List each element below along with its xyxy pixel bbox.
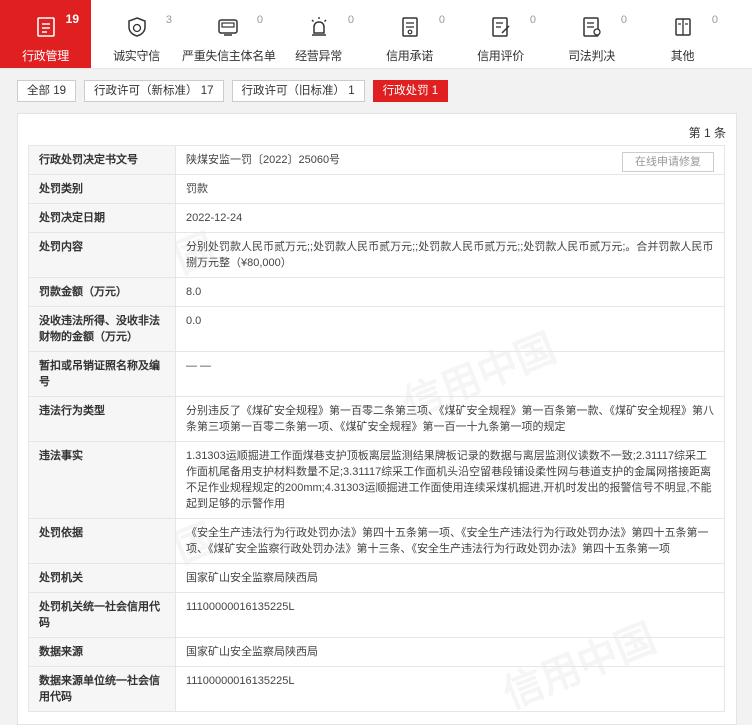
field-label: 处罚内容	[28, 232, 176, 278]
field-value: 11100000016135225L	[175, 666, 725, 712]
nav-label: 严重失信主体名单	[182, 49, 276, 63]
record-type-filter: 全部 19 行政许可（新标准） 17 行政许可（旧标准） 1 行政处罚 1	[17, 80, 456, 102]
table-row: 行政处罚决定书文号 陕煤安监一罚〔2022〕25060号 在线申请修复	[28, 145, 725, 175]
nav-count: 19	[65, 12, 79, 26]
nav-label: 信用承诺	[386, 49, 433, 63]
nav-tab-honesty[interactable]: 3 诚实守信	[91, 0, 182, 68]
table-row: 罚款金额（万元） 8.0	[28, 277, 725, 307]
field-value: 陕煤安监一罚〔2022〕25060号	[186, 154, 341, 166]
table-row: 数据来源单位统一社会信用代码 11100000016135225L	[28, 666, 725, 712]
field-label: 违法事实	[28, 441, 176, 519]
field-value: — —	[175, 351, 725, 397]
table-row: 违法事实 1.31303运顺掘进工作面煤巷支护顶板离层监测结果牌板记录的数据与离层…	[28, 441, 725, 519]
alarm-icon	[311, 17, 326, 36]
nav-label: 经营异常	[295, 49, 342, 63]
nav-count: 0	[438, 14, 445, 26]
nav-label: 信用评价	[477, 49, 524, 63]
filter-all[interactable]: 全部 19	[17, 80, 76, 102]
penalty-detail-table: 行政处罚决定书文号 陕煤安监一罚〔2022〕25060号 在线申请修复 处罚类别 罚款…	[28, 145, 725, 712]
field-value: 1.31303运顺掘进工作面煤巷支护顶板离层监测结果牌板记录的数据与离层监测仪读…	[175, 441, 725, 519]
field-value: 《安全生产违法行为行政处罚办法》第四十五条第一项、《安全生产违法行为行政处罚办法…	[175, 518, 725, 564]
nav-label: 诚实守信	[113, 49, 160, 63]
nav-tab-other[interactable]: 0 其他	[637, 0, 728, 68]
field-label: 没收违法所得、没收非法财物的金额（万元）	[28, 306, 176, 352]
penalty-detail-panel: 信用中国 信用中国 信用中国 信用中国 第 1 条 行政处罚决定书文号陕煤安监一…	[17, 113, 737, 725]
nav-tab-credit-promise[interactable]: 0 信用承诺	[364, 0, 455, 68]
table-row: 处罚机关 国家矿山安全监察局陕西局	[28, 563, 725, 593]
nav-count: 0	[620, 14, 627, 26]
nav-count: 3	[165, 14, 172, 26]
evaluation-icon	[491, 17, 510, 37]
field-label: 数据来源	[28, 637, 176, 667]
nav-tab-blacklist[interactable]: 0 严重失信主体名单	[182, 0, 276, 68]
nav-count: 0	[256, 14, 263, 26]
field-value: 11100000016135225L	[175, 592, 725, 638]
field-label: 罚款金额（万元）	[28, 277, 176, 307]
table-row: 处罚内容 分别处罚款人民币贰万元;;处罚款人民币贰万元;;处罚款人民币贰万元;;处…	[28, 232, 725, 278]
table-row: 数据来源 国家矿山安全监察局陕西局	[28, 637, 725, 667]
nav-label: 司法判决	[568, 49, 615, 63]
nav-tab-admin-management[interactable]: 19 行政管理	[0, 0, 91, 68]
table-row: 处罚决定日期 2022-12-24	[28, 203, 725, 233]
blacklist-icon	[217, 19, 238, 36]
field-value: 分别违反了《煤矿安全规程》第一百零二条第三项、《煤矿安全规程》第一百条第一款、《…	[175, 396, 725, 442]
field-value: 罚款	[175, 174, 725, 204]
nav-count: 0	[529, 14, 536, 26]
field-label: 处罚决定日期	[28, 203, 176, 233]
nav-count: 0	[711, 14, 718, 26]
field-value: 2022-12-24	[175, 203, 725, 233]
field-value: 分别处罚款人民币贰万元;;处罚款人民币贰万元;;处罚款人民币贰万元;;处罚款人民…	[175, 232, 725, 278]
category-nav: 19 行政管理 3 诚实守信 0 严重失信主体名单 0 经营异常 0 信用承诺 …	[0, 0, 752, 69]
table-row: 处罚机关统一社会信用代码 11100000016135225L	[28, 592, 725, 638]
field-value: 8.0	[175, 277, 725, 307]
nav-tab-credit-evaluation[interactable]: 0 信用评价	[455, 0, 546, 68]
table-row: 暂扣或吊销证照名称及编号 — —	[28, 351, 725, 397]
judgement-icon	[582, 17, 601, 37]
table-row: 没收违法所得、没收非法财物的金额（万元） 0.0	[28, 306, 725, 352]
filter-license-old[interactable]: 行政许可（旧标准） 1	[231, 80, 365, 102]
nav-count: 0	[347, 14, 354, 26]
field-label: 处罚类别	[28, 174, 176, 204]
table-row: 处罚类别 罚款	[28, 174, 725, 204]
nav-label: 行政管理	[22, 49, 69, 63]
field-label: 数据来源单位统一社会信用代码	[28, 666, 176, 712]
filter-license-new[interactable]: 行政许可（新标准） 17	[84, 80, 224, 102]
book-icon	[674, 18, 691, 36]
field-label: 行政处罚决定书文号	[28, 145, 176, 175]
promise-doc-icon	[401, 17, 418, 37]
field-label: 处罚机关	[28, 563, 176, 593]
field-label: 处罚依据	[28, 518, 176, 564]
filter-admin-penalty[interactable]: 行政处罚 1	[372, 80, 449, 102]
repair-request-button[interactable]: 在线申请修复	[622, 152, 714, 172]
field-label: 处罚机关统一社会信用代码	[28, 592, 176, 638]
nav-tab-judicial-judgement[interactable]: 0 司法判决	[546, 0, 637, 68]
table-row: 处罚依据 《安全生产违法行为行政处罚办法》第四十五条第一项、《安全生产违法行为行政…	[28, 518, 725, 564]
nav-label: 其他	[670, 49, 695, 63]
field-label: 违法行为类型	[28, 396, 176, 442]
field-value: 0.0	[175, 306, 725, 352]
field-value: 国家矿山安全监察局陕西局	[175, 637, 725, 667]
record-index: 第 1 条	[688, 126, 726, 140]
shield-check-icon	[127, 17, 146, 37]
field-label: 暂扣或吊销证照名称及编号	[28, 351, 176, 397]
doc-list-icon	[36, 17, 55, 37]
nav-tab-abnormal-operation[interactable]: 0 经营异常	[273, 0, 364, 68]
table-row: 违法行为类型 分别违反了《煤矿安全规程》第一百零二条第三项、《煤矿安全规程》第一百…	[28, 396, 725, 442]
field-value: 国家矿山安全监察局陕西局	[175, 563, 725, 593]
